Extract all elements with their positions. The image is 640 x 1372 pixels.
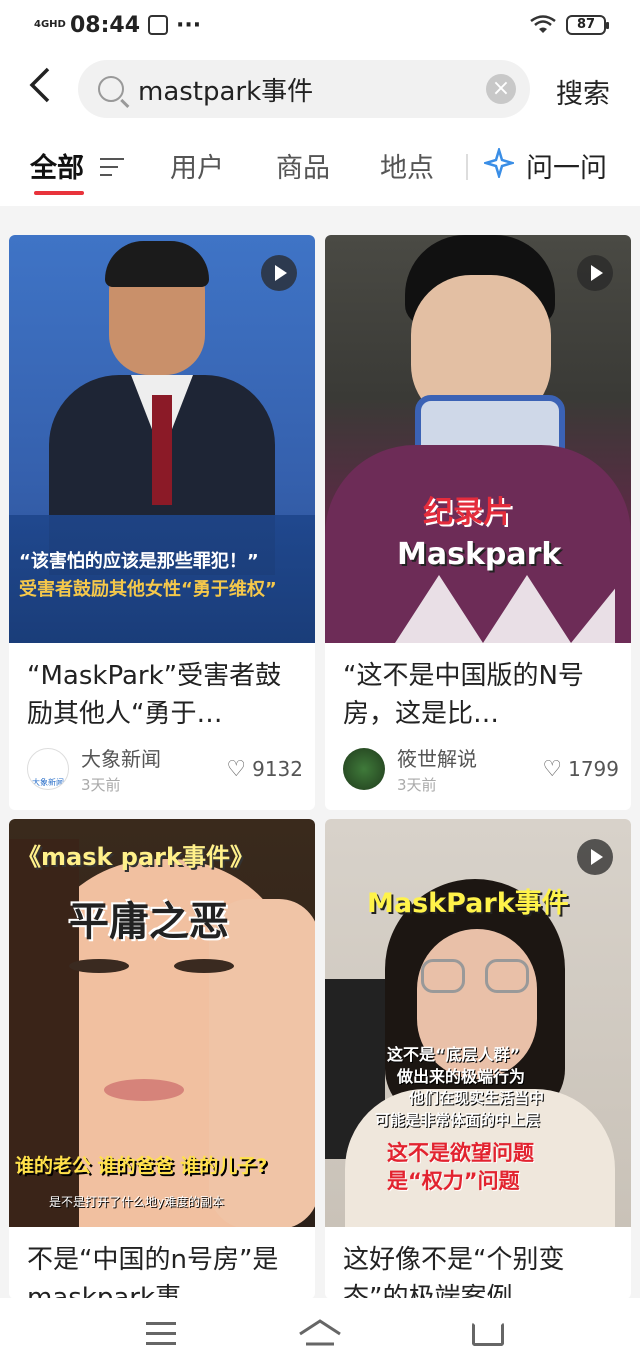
menu-icon[interactable] [146, 1322, 176, 1352]
overlay-caption: 纪录片 [423, 495, 513, 530]
card-title: “这不是中国版的N号房，这是比… [343, 661, 584, 729]
card-title: “MaskPark”受害者鼓励其他人“勇于… [27, 661, 282, 729]
ai-sparkle-icon[interactable] [481, 145, 517, 185]
thumbnail: 《mask park事件》 平庸之恶 谁的老公 谁的爸爸 谁的儿子? 是不是打开… [9, 819, 315, 1227]
like-count-value: 9132 [252, 757, 303, 781]
status-bar: 4GHD 08:44 ··· 87 [0, 0, 640, 50]
like-count[interactable]: ♡ 1799 [542, 757, 619, 782]
overlay-caption: 做出来的极端行为 [397, 1067, 526, 1086]
result-tabs: 全部 用户 商品 地点 问一问 [0, 130, 640, 206]
overlay-caption: 受害者鼓励其他女性“勇于维权” [19, 579, 277, 600]
heart-icon: ♡ [542, 756, 563, 782]
avatar: 大象新闻 [27, 748, 69, 790]
search-icon [98, 76, 124, 102]
card-title: 这好像不是“个别变态”的极端案例 [343, 1245, 565, 1299]
overlay-caption: 《mask park事件》 [17, 843, 254, 871]
notification-icon [148, 15, 169, 35]
overlay-caption: 是不是打开了什么地y难度的副本 [49, 1195, 225, 1209]
avatar [343, 748, 385, 790]
more-icon: ··· [176, 12, 202, 38]
search-button[interactable]: 搜索 [556, 72, 610, 111]
card-title: 不是“中国的n号房”是maskpark事 [27, 1245, 279, 1299]
filter-icon[interactable] [100, 158, 124, 182]
overlay-caption: 可能是非常体面的中上层 [375, 1111, 541, 1129]
like-count[interactable]: ♡ 9132 [226, 757, 303, 782]
tab-active-indicator [34, 191, 84, 195]
author-name: 大象新闻 [81, 747, 161, 771]
system-nav-bar [0, 1298, 640, 1372]
overlay-caption: 是“权力”问题 [387, 1169, 520, 1193]
author-name: 筱世解说 [397, 747, 477, 771]
result-card[interactable]: MaskPark事件 这不是“底层人群” 做出来的极端行为 他们在现实生活当中 … [325, 819, 631, 1299]
thumbnail: MaskPark事件 这不是“底层人群” 做出来的极端行为 他们在现实生活当中 … [325, 819, 631, 1227]
tab-ask[interactable]: 问一问 [526, 146, 607, 185]
search-header: mastpark事件 × 搜索 [0, 50, 640, 130]
play-icon [261, 255, 297, 291]
post-date: 3天前 [81, 776, 121, 794]
play-icon [577, 839, 613, 875]
like-count-value: 1799 [568, 757, 619, 781]
post-date: 3天前 [397, 776, 437, 794]
avatar-label: 大象新闻 [32, 778, 64, 787]
result-card[interactable]: “该害怕的应该是那些罪犯！” 受害者鼓励其他女性“勇于维权” “MaskPark… [9, 235, 315, 810]
search-input[interactable]: mastpark事件 × [78, 60, 530, 118]
thumbnail: “该害怕的应该是那些罪犯！” 受害者鼓励其他女性“勇于维权” [9, 235, 315, 643]
overlay-caption: Maskpark [397, 537, 562, 572]
overlay-caption: 他们在现实生活当中 [409, 1089, 545, 1107]
clear-icon[interactable]: × [486, 74, 516, 104]
search-query: mastpark事件 [138, 76, 314, 107]
heart-icon: ♡ [226, 756, 247, 782]
tab-divider [466, 154, 468, 180]
network-indicator: 4GHD [34, 19, 66, 30]
tab-users[interactable]: 用户 [170, 146, 224, 185]
card-meta: 大象新闻 大象新闻 3天前 ♡ 9132 [27, 743, 303, 795]
overlay-caption: 平庸之恶 [69, 899, 229, 945]
overlay-caption: MaskPark事件 [367, 888, 569, 919]
status-time: 08:44 [70, 12, 141, 38]
result-card[interactable]: 《mask park事件》 平庸之恶 谁的老公 谁的爸爸 谁的儿子? 是不是打开… [9, 819, 315, 1299]
tab-products[interactable]: 商品 [276, 146, 330, 185]
overlay-caption: “该害怕的应该是那些罪犯！” [19, 551, 259, 572]
overlay-caption: 这不是欲望问题 [387, 1141, 534, 1165]
home-icon[interactable] [298, 1318, 342, 1348]
battery-icon: 87 [566, 15, 609, 35]
play-icon [577, 255, 613, 291]
tab-all[interactable]: 全部 [30, 146, 84, 185]
back-nav-icon[interactable] [472, 1322, 504, 1346]
result-card[interactable]: 纪录片 Maskpark “这不是中国版的N号房，这是比… 筱世解说 3天前 ♡… [325, 235, 631, 810]
tab-places[interactable]: 地点 [380, 146, 434, 185]
thumbnail: 纪录片 Maskpark [325, 235, 631, 643]
card-meta: 筱世解说 3天前 ♡ 1799 [343, 743, 619, 795]
wifi-icon [530, 15, 556, 33]
chevron-left-icon[interactable] [26, 67, 66, 113]
overlay-caption: 这不是“底层人群” [387, 1045, 521, 1064]
overlay-caption: 谁的老公 谁的爸爸 谁的儿子? [15, 1155, 268, 1177]
